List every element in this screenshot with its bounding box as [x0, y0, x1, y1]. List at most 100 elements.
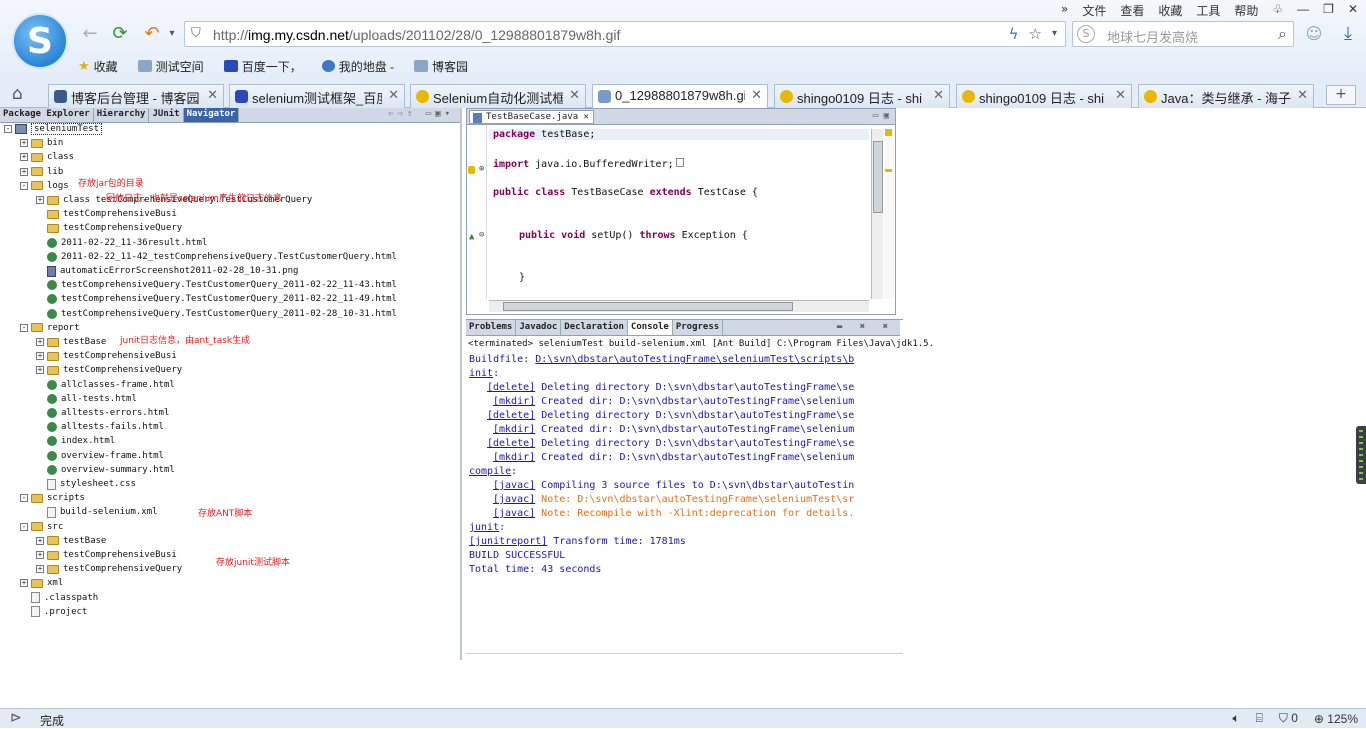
close-icon[interactable]: ✕	[933, 88, 944, 103]
page-icon	[137, 60, 152, 72]
tree-item-label: testComprehensiveQuery.TestCustomerQuery…	[61, 294, 397, 305]
fav-item-baidu[interactable]: 百度一下，	[223, 58, 302, 75]
file-icon	[31, 606, 40, 618]
fold-icon: ⊕	[479, 164, 485, 174]
html-file-icon	[47, 308, 57, 319]
folder-icon	[31, 181, 43, 191]
editor-controls: ▭ ▣	[872, 111, 889, 121]
side-panel-handle[interactable]	[1356, 426, 1366, 484]
security-shield-icon: ⛉	[191, 26, 201, 41]
restore-icon[interactable]: ❐	[1323, 2, 1334, 18]
menu-view[interactable]: 查看	[1120, 2, 1144, 18]
html-file-icon	[47, 393, 57, 404]
tab-declaration: Declaration	[561, 320, 628, 335]
browser-logo[interactable]: S	[12, 13, 68, 69]
close-icon[interactable]: ✕	[1297, 88, 1308, 103]
folder-icon	[47, 564, 59, 574]
more-chevron-icon[interactable]: »	[1061, 2, 1068, 18]
tree-item: + xml	[20, 576, 63, 590]
menu-tools[interactable]: 工具	[1196, 2, 1220, 18]
dropdown-icon[interactable]: ▾	[1052, 25, 1057, 43]
tree-item-label: report	[47, 322, 80, 333]
tree-item-label: xml	[47, 578, 64, 589]
page-content: Package Explorer Hierarchy JUnit Navigat…	[0, 108, 1366, 708]
console-line: [junitreport] Transform time: 1781ms	[469, 536, 686, 547]
close-icon[interactable]: ✕	[751, 88, 762, 103]
tab-favicon	[235, 90, 248, 103]
search-box[interactable]: S 地球七月发高烧 ⌕	[1072, 21, 1294, 47]
tree-item: testComprehensiveQuery	[36, 221, 182, 235]
tree-item-label: scripts	[47, 493, 85, 504]
screenshot-icon[interactable]: ⌸	[1256, 711, 1263, 726]
tab-shingo-blog-2[interactable]: shingo0109 日志 - shi ✕	[956, 84, 1132, 108]
close-icon[interactable]: ✕	[569, 88, 580, 103]
search-icon[interactable]: ⌕	[1278, 24, 1287, 44]
tree-item: index.html	[36, 434, 115, 448]
menu-favorites[interactable]: 收藏	[1158, 2, 1182, 18]
address-bar[interactable]: ⛉ http://img.my.csdn.net/uploads/201102/…	[184, 21, 1066, 47]
folder-icon	[47, 536, 59, 546]
tree-item: build-selenium.xml	[36, 505, 158, 519]
zoom-control[interactable]: ⊕ 125%	[1314, 712, 1358, 726]
tree-item-label: testComprehensiveBusi	[63, 351, 177, 362]
annotation-report: junit日志信息，由ant_task生成	[120, 336, 251, 346]
fav-item-collect[interactable]: ★ 收藏	[78, 58, 118, 75]
tab-favicon	[1144, 90, 1157, 103]
refresh-icon[interactable]: ⟳	[108, 22, 132, 46]
minimize-icon[interactable]: —	[1297, 2, 1309, 18]
collapse-icon: -	[20, 322, 28, 332]
close-icon[interactable]: ✕	[1115, 88, 1126, 103]
html-file-icon	[47, 251, 57, 262]
lightning-icon[interactable]: ϟ	[1009, 25, 1019, 43]
tab-shingo-blog-1[interactable]: shingo0109 日志 - shi ✕	[774, 84, 950, 108]
new-tab-button[interactable]: +	[1326, 85, 1356, 105]
tree-item: + bin	[20, 136, 63, 150]
home-icon[interactable]: ⌂	[12, 84, 23, 104]
download-icon[interactable]: ⤓	[1336, 22, 1360, 46]
chevron-down-icon[interactable]: ▾	[160, 22, 184, 46]
tree-item: + testComprehensiveQuery	[36, 562, 182, 576]
close-icon[interactable]: ✕	[207, 88, 218, 103]
shield-icon: ⛉	[1278, 711, 1288, 725]
tree-item: - seleniumTest	[4, 122, 103, 136]
fav-item-my-site[interactable]: 我的地盘 -	[321, 58, 394, 75]
sidebar-toggle-icon[interactable]: ⊳	[10, 710, 22, 726]
tab-baidu-search[interactable]: selenium测试框架_百度 ✕	[229, 84, 405, 108]
tab-selenium-framework[interactable]: Selenium自动化测试框 ✕	[410, 84, 586, 108]
folder-icon	[31, 493, 43, 503]
file-icon	[47, 478, 56, 490]
tree-item-label: bin	[47, 138, 64, 149]
adblock-counter[interactable]: ⛉ 0	[1279, 711, 1298, 726]
tab-cnblogs-admin[interactable]: 博客后台管理 - 博客园 ✕	[48, 84, 224, 108]
status-bar: ⊳ 完成 🔈︎ ⌸ ⛉ 0 ⊕ 125%	[0, 708, 1366, 728]
folder-icon	[47, 209, 59, 219]
star-icon[interactable]: ☆	[1029, 25, 1042, 43]
tab-java-inheritance[interactable]: Java：类与继承 - 海子 ✕	[1138, 84, 1314, 108]
fav-item-test-space[interactable]: 测试空间	[137, 58, 204, 75]
fav-item-cnblogs[interactable]: 博客园	[414, 58, 468, 75]
search-engine-icon[interactable]: S	[1077, 25, 1095, 43]
tab-navigator: Navigator	[183, 108, 240, 122]
menu-file[interactable]: 文件	[1082, 2, 1106, 18]
close-icon[interactable]: ✕	[388, 88, 399, 103]
tree-item-label: testComprehensiveBusi	[63, 550, 177, 560]
expand-icon: +	[36, 550, 44, 559]
fold-icon: ⊖	[479, 230, 485, 240]
globe-icon	[321, 60, 335, 72]
close-window-icon[interactable]: ✕	[1348, 2, 1358, 18]
tree-item-label: alltests-errors.html	[61, 408, 170, 418]
expand-icon: +	[36, 337, 44, 346]
tab-image-gif[interactable]: 0_12988801879w8h.gi ✕	[592, 84, 768, 108]
back-arrow-icon[interactable]: ←	[78, 22, 102, 46]
menu-help[interactable]: 帮助	[1234, 2, 1258, 18]
tree-item: .classpath	[20, 591, 98, 605]
volume-icon[interactable]: 🔈︎	[1232, 711, 1239, 726]
feedback-icon[interactable]: ☺	[1302, 22, 1326, 46]
skin-icon[interactable]: ♧	[1272, 2, 1283, 18]
tab-progress: Progress	[673, 320, 724, 335]
tree-item-label: index.html	[61, 436, 116, 447]
address-url[interactable]: http://img.my.csdn.net/uploads/201102/28…	[213, 27, 620, 43]
tree-item-label: 2011-02-22_11-36result.html	[61, 237, 208, 248]
tab-favicon	[962, 90, 975, 103]
collapse-icon: -	[20, 180, 28, 190]
